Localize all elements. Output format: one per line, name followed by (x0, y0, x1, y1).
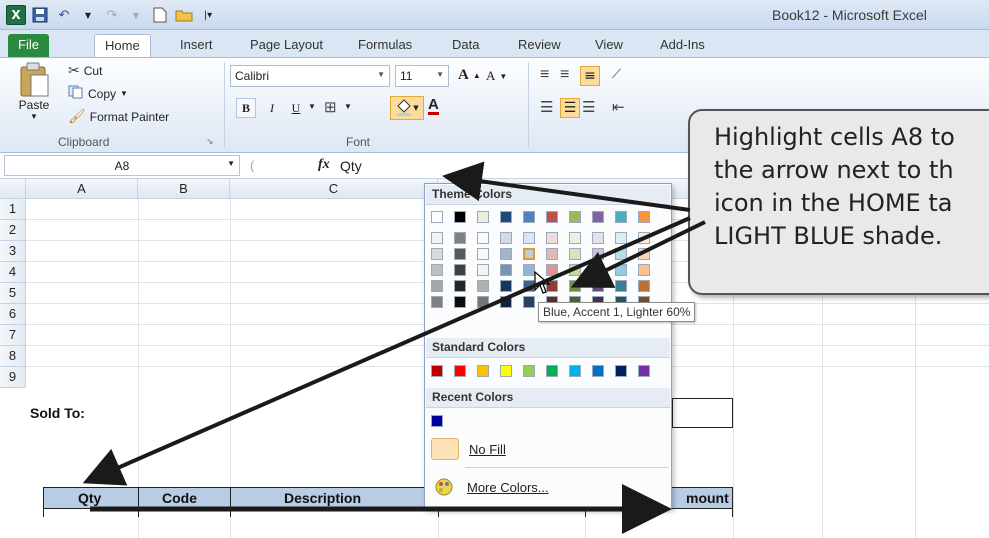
arrow-to-cell-a8 (82, 216, 691, 486)
annotation-arrows (82, 161, 706, 534)
arrow-to-light-blue-swatch (570, 220, 706, 288)
arrow-to-fill-button (442, 161, 691, 212)
excel-window: X ↶ ▼ ↷ ▼ |▾ Book12 - Microsoft Excel Fi… (0, 0, 989, 538)
